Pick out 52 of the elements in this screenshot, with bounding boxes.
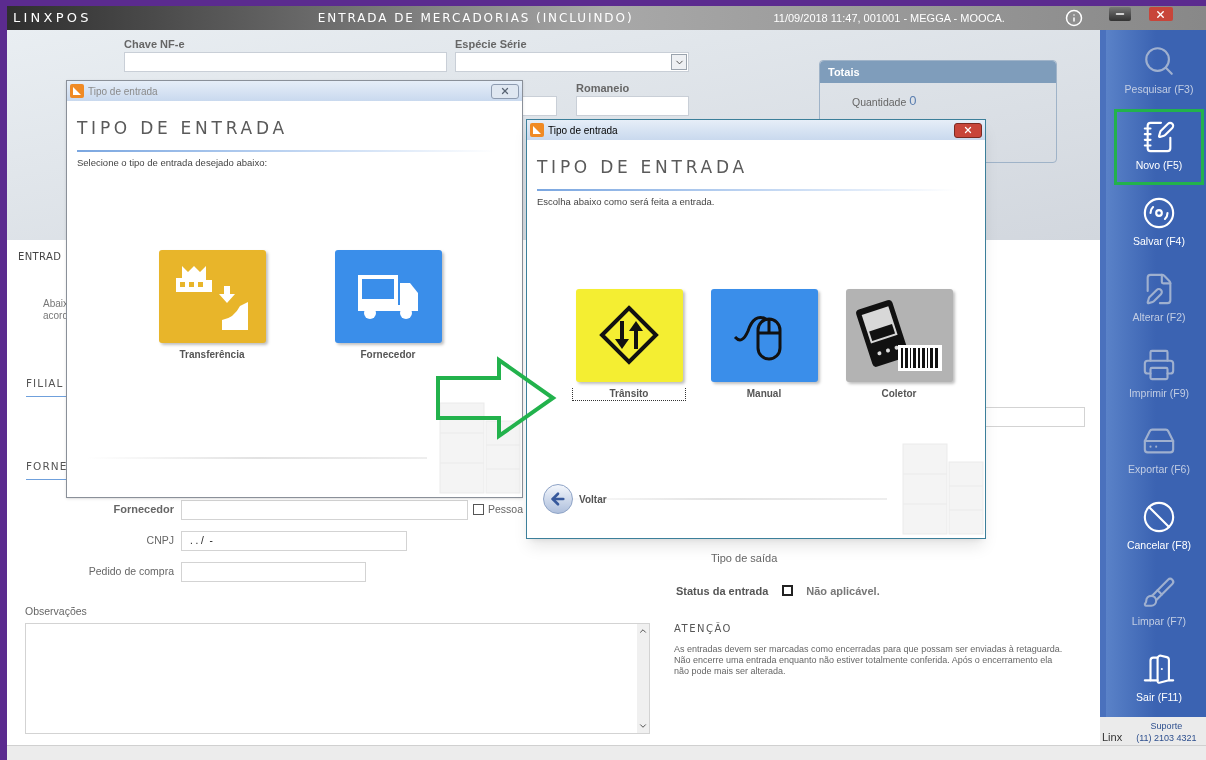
attention-title: ATENÇÃO	[674, 621, 733, 636]
intro-text: Abaix	[43, 298, 69, 310]
input-field[interactable]: . . / -	[181, 530, 407, 551]
field-label: Observações	[25, 603, 88, 619]
option-label[interactable]: Trânsito	[572, 387, 686, 401]
totals-header: Totais	[820, 61, 1056, 83]
dialog-title: Tipo de entrada	[548, 123, 618, 138]
section-title: FILIAL	[26, 376, 64, 391]
field-label: Pedido de compra	[87, 563, 174, 579]
toolbar-label: Alterar (F2)	[1132, 310, 1186, 326]
checkbox-label: Pessoa	[488, 501, 524, 517]
field-label: CNPJ	[145, 532, 174, 548]
field-label: Chave NF-e	[124, 37, 186, 51]
option-label[interactable]: Fornecedor	[360, 348, 416, 361]
dialog-title: Tipo de entrada	[88, 84, 158, 99]
status-label: Status da entrada	[676, 583, 769, 599]
dialog-instruction: Escolha abaixo como será feita a entrada.	[537, 194, 716, 209]
dialog-heading: TIPO DE ENTRADA	[77, 117, 289, 140]
dialog-heading: TIPO DE ENTRADA	[537, 156, 749, 179]
session-info: 11/09/2018 11:47, 001001 - MEGGA - MOOCA.	[773, 10, 1005, 26]
option-label[interactable]: Coletor	[881, 387, 917, 400]
toolbar-label: Cancelar (F8)	[1126, 538, 1192, 554]
quantity-label: Quantidade	[852, 94, 907, 110]
toolbar-button[interactable]: Novo (F5)	[1114, 109, 1204, 185]
toolbar-label: Novo (F5)	[1135, 158, 1183, 174]
section-title: FORNE	[26, 458, 68, 474]
attention-text: As entradas devem ser marcadas como encerradas para que possam ser enviadas à retaguarda. Não encerre uma entrada enquanto não estiver totalmente conferida. Após o encerramento ela não pode mais ser alterada.	[674, 644, 1064, 677]
toolbar-label: Exportar (F6)	[1128, 462, 1190, 478]
back-button[interactable]: Voltar	[543, 484, 607, 514]
toolbar-label: Pesquisar (F3)	[1124, 82, 1194, 98]
support-label: Suporte	[1150, 721, 1183, 732]
brand-logo: Linx	[1102, 729, 1123, 745]
toolbar-button[interactable]: Sair (F11)	[1114, 641, 1204, 717]
app-logo: LINXPOS	[13, 9, 92, 28]
field-label: Romaneio	[576, 81, 631, 95]
toolbar-button[interactable]: Cancelar (F8)	[1114, 489, 1204, 565]
toolbar-label: Limpar (F7)	[1131, 614, 1187, 630]
option-label[interactable]: Manual	[746, 387, 782, 400]
section-title: ENTRAD	[18, 250, 62, 264]
toolbar-label: Salvar (F4)	[1133, 234, 1185, 250]
window-title: ENTRADA DE MERCADORIAS (INCLUINDO)	[317, 10, 634, 27]
field-label: Espécie Série	[455, 37, 528, 51]
status-value: Não aplicável.	[806, 583, 880, 599]
toolbar-label: Imprimir (F9)	[1128, 386, 1190, 402]
toolbar-label: Sair (F11)	[1136, 690, 1182, 706]
field-label: Tipo de saída	[711, 551, 779, 566]
option-label[interactable]: Transferência	[179, 348, 245, 361]
quantity-value: 0	[909, 92, 917, 110]
dialog-instruction: Selecione o tipo de entrada desejado abaixo:	[77, 155, 269, 170]
field-label: Fornecedor	[112, 502, 174, 518]
support-phone: (11) 2103 4321	[1136, 732, 1197, 744]
toolbar-button[interactable]: Salvar (F4)	[1114, 185, 1204, 261]
